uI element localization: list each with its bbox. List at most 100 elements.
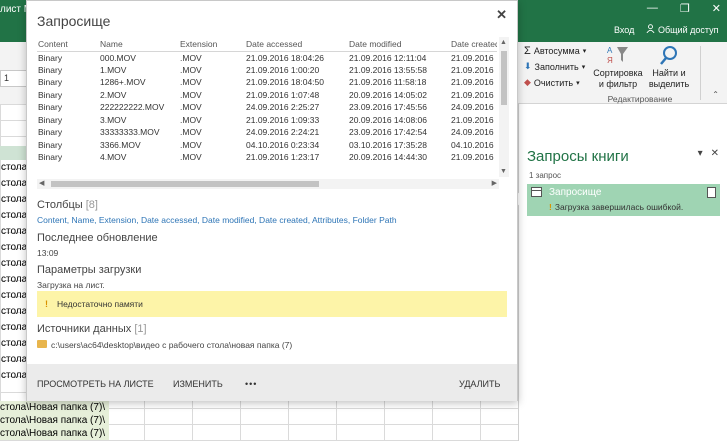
table-cell: .MOV: [180, 102, 202, 113]
table-cell: Binary: [38, 127, 63, 138]
table-cell: 21.09.2016: [451, 89, 494, 100]
source-path[interactable]: c:\users\ac64\desktop\видео с рабочего с…: [51, 340, 292, 350]
more-options-button[interactable]: •••: [245, 379, 257, 389]
scroll-down-icon[interactable]: ▼: [500, 168, 507, 175]
column-header[interactable]: Date accessed: [245, 37, 348, 52]
chevron-down-icon: ▾: [576, 79, 580, 87]
table-cell: 21.09.2016: [451, 152, 494, 163]
scroll-up-icon[interactable]: ▲: [500, 39, 507, 46]
table-cell: 21.09.2016 1:09:33: [246, 114, 320, 125]
document-icon: [707, 187, 716, 198]
data-preview: Content Name Extension Date accessed Dat…: [37, 37, 509, 191]
sources-heading: Источники данных [1]: [37, 323, 147, 335]
table-cell: 222222222.MOV: [100, 102, 165, 113]
table-cell: 4.MOV: [100, 152, 127, 163]
horizontal-scroll-thumb[interactable]: [51, 181, 319, 187]
clear-label: Очистить: [533, 77, 574, 88]
window-close-button[interactable]: ✕: [712, 2, 721, 15]
cell-text: стола\Новая папка (7)\: [0, 427, 110, 440]
columns-count: [8]: [85, 199, 98, 211]
scroll-right-icon[interactable]: ▶: [492, 179, 497, 187]
column-header[interactable]: Content: [37, 37, 99, 52]
find-select-label: Найти и выделить: [648, 68, 690, 89]
warning-icon: !: [549, 202, 552, 212]
table-cell: .MOV: [180, 152, 202, 163]
folder-icon: [37, 340, 47, 348]
namebox[interactable]: 1: [0, 70, 28, 87]
restore-button[interactable]: ❐: [680, 2, 690, 15]
popup-close-icon[interactable]: ✕: [496, 7, 507, 23]
table-cell: .MOV: [180, 114, 202, 125]
table-cell: 33333333.MOV: [100, 127, 160, 138]
table-cell: .MOV: [180, 89, 202, 100]
find-select-button[interactable]: Найти и выделить: [646, 44, 692, 90]
table-cell: 20.09.2016 14:05:02: [349, 89, 427, 100]
table-row: Binary 3.MOV .MOV 21.09.2016 1:09:33 20.…: [37, 114, 497, 127]
table-cell: 24.09.2016: [451, 102, 494, 113]
delete-button[interactable]: УДАЛИТЬ: [459, 379, 500, 389]
warning-text: Недостаточно памяти: [57, 299, 143, 309]
columns-list[interactable]: Content, Name, Extension, Date accessed,…: [37, 215, 397, 225]
edit-button[interactable]: ИЗМЕНИТЬ: [173, 379, 223, 389]
vertical-scroll-thumb[interactable]: [501, 51, 507, 105]
table-row: Binary 2.MOV .MOV 21.09.2016 1:07:48 20.…: [37, 89, 497, 102]
table-cell: 21.09.2016 18:04:50: [246, 77, 324, 88]
query-count: 1 запрос: [529, 171, 562, 180]
table-cell: 21.09.2016 1:07:48: [246, 89, 320, 100]
vertical-scrollbar[interactable]: ▲ ▼: [499, 37, 509, 177]
table-icon: [531, 187, 542, 197]
column-header[interactable]: Date created: [450, 37, 497, 52]
column-header[interactable]: Date modified: [348, 37, 450, 52]
table-cell: 24.09.2016 2:24:21: [246, 127, 320, 138]
query-item[interactable]: Запросище ! Загрузка завершилась ошибкой…: [527, 184, 720, 216]
table-row: Binary 4.MOV .MOV 21.09.2016 1:23:17 20.…: [37, 151, 497, 164]
table-cell: 04.10.2016: [451, 139, 494, 150]
table-cell: .MOV: [180, 52, 202, 63]
minimize-button[interactable]: —: [647, 2, 658, 15]
cell-row[interactable]: стола\Новая папка (7)\: [0, 414, 518, 427]
query-error-text: Загрузка завершилась ошибкой.: [554, 202, 684, 212]
table-cell: Binary: [38, 89, 63, 100]
table-cell: 24.09.2016 2:25:27: [246, 102, 320, 113]
table-cell: Binary: [38, 114, 63, 125]
table-row: Binary 1.MOV .MOV 21.09.2016 1:00:20 21.…: [37, 64, 497, 77]
pane-options-icon[interactable]: ▾: [698, 148, 703, 159]
horizontal-scrollbar[interactable]: ◀ ▶: [37, 179, 499, 189]
cell-row[interactable]: стола\Новая папка (7)\: [0, 401, 518, 414]
table-cell: 21.09.2016: [451, 52, 494, 63]
ribbon-collapse-icon[interactable]: ⌃: [712, 90, 719, 99]
column-header[interactable]: Extension: [179, 37, 245, 52]
table-cell: 21.09.2016: [451, 114, 494, 125]
query-item-error: ! Загрузка завершилась ошибкой.: [549, 202, 683, 212]
view-on-sheet-button[interactable]: ПРОСМОТРЕТЬ НА ЛИСТЕ: [37, 379, 154, 389]
cell-text: стола\Новая папка (7)\: [0, 401, 110, 414]
sigma-icon: Σ: [524, 45, 531, 57]
table-cell: Binary: [38, 52, 63, 63]
fill-button[interactable]: ⬇ Заполнить ▾: [524, 61, 585, 72]
sort-filter-button[interactable]: АЯ Сортировка и фильтр: [592, 44, 644, 90]
table-cell: .MOV: [180, 64, 202, 75]
table-cell: Binary: [38, 152, 63, 163]
load-params-heading: Параметры загрузки: [37, 264, 142, 276]
cell-text: стола\Новая папка (7)\: [0, 414, 110, 427]
person-icon: [646, 24, 655, 35]
fill-label: Заполнить: [534, 61, 579, 72]
chevron-down-icon: ▾: [581, 63, 586, 71]
load-params-value: Загрузка на лист.: [37, 280, 105, 290]
scroll-left-icon[interactable]: ◀: [39, 179, 44, 187]
clear-button[interactable]: ◆ Очистить ▾: [524, 77, 580, 88]
column-header[interactable]: Name: [99, 37, 179, 52]
share-button[interactable]: Общий доступ: [646, 24, 718, 35]
table-cell: 21.09.2016 13:55:58: [349, 64, 427, 75]
pane-close-icon[interactable]: ✕: [711, 148, 719, 159]
table-cell: 21.09.2016 18:04:26: [246, 52, 324, 63]
magnifier-icon: [646, 44, 692, 68]
autosum-button[interactable]: Σ Автосумма ▾: [524, 45, 586, 57]
table-row: Binary 222222222.MOV .MOV 24.09.2016 2:2…: [37, 101, 497, 114]
cell-row[interactable]: стола\Новая папка (7)\: [0, 427, 518, 440]
table-cell: Binary: [38, 77, 63, 88]
signin-link[interactable]: Вход: [614, 25, 634, 35]
table-cell: 21.09.2016 11:58:18: [349, 77, 427, 88]
table-cell: .MOV: [180, 77, 202, 88]
table-row: Binary 3366.MOV .MOV 04.10.2016 0:23:34 …: [37, 139, 497, 152]
